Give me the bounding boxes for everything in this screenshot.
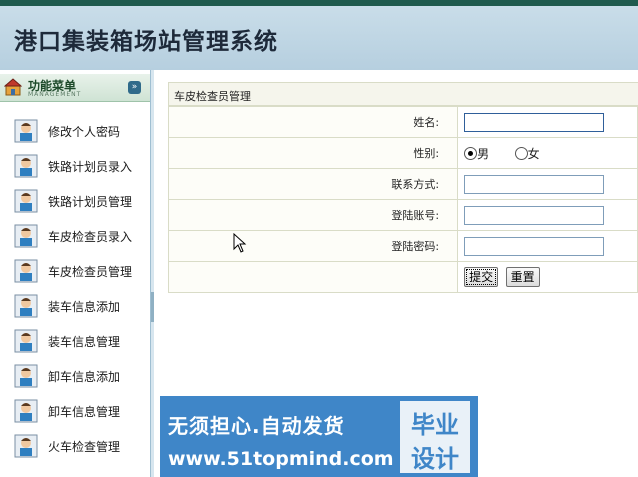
watermark-banner: 无须担心.自动发货 www.51topmind.com 毕业 设计 bbox=[160, 396, 478, 477]
sidebar-item-unloading-manage[interactable]: 卸车信息管理 bbox=[12, 397, 147, 425]
watermark-url: www.51topmind.com bbox=[168, 448, 394, 470]
panel-title: 车皮检查员管理 bbox=[168, 82, 638, 106]
gender-male-radio[interactable] bbox=[464, 146, 478, 160]
contact-label: 联系方式: bbox=[167, 168, 459, 200]
gender-female-radio[interactable] bbox=[514, 146, 528, 160]
menu-item-label: 铁路计划员管理 bbox=[48, 195, 133, 209]
sidebar-item-wagon-inspector-manage[interactable]: 车皮检查员管理 bbox=[12, 257, 147, 285]
menu-item-label: 车皮检查员录入 bbox=[48, 230, 133, 244]
menu-item-label: 车皮检查员管理 bbox=[48, 265, 133, 279]
user-icon bbox=[14, 434, 38, 458]
user-icon bbox=[14, 294, 38, 318]
menu-item-label: 修改个人密码 bbox=[48, 125, 121, 139]
sidebar-item-loading-add[interactable]: 装车信息添加 bbox=[12, 292, 147, 320]
inspector-form: 姓名: 性别: 男 女 联系方式: 登陆账号: 登陆密码: 提交 重置 bbox=[167, 106, 638, 293]
main-content: 车皮检查员管理 姓名: 性别: 男 女 联系方式: 登陆账号: 登陆密码: 提交… bbox=[167, 82, 638, 293]
splitter-grip[interactable] bbox=[151, 292, 154, 322]
sidebar-item-change-password[interactable]: 修改个人密码 bbox=[12, 117, 147, 145]
collapse-toggle-icon[interactable]: » bbox=[128, 81, 141, 94]
account-label: 登陆账号: bbox=[167, 199, 459, 231]
user-icon bbox=[14, 399, 38, 423]
watermark-line1: 无须担心.自动发货 bbox=[168, 414, 345, 438]
password-input[interactable] bbox=[464, 236, 605, 256]
form-row-contact: 联系方式: bbox=[167, 168, 638, 200]
sidebar-header: 功能菜单 MANAGEMENT » bbox=[0, 74, 150, 102]
watermark-badge: 毕业 设计 bbox=[400, 401, 470, 473]
user-icon bbox=[14, 329, 38, 353]
sidebar-item-loading-manage[interactable]: 装车信息管理 bbox=[12, 327, 147, 355]
password-label: 登陆密码: bbox=[167, 230, 459, 262]
sidebar-splitter[interactable] bbox=[151, 70, 154, 477]
app-title: 港口集装箱场站管理系统 bbox=[14, 28, 278, 55]
sidebar-heading-sub: MANAGEMENT bbox=[28, 91, 82, 98]
reset-button[interactable]: 重置 bbox=[505, 267, 540, 287]
submit-button[interactable]: 提交 bbox=[464, 267, 499, 287]
menu-item-label: 火车检查管理 bbox=[48, 440, 121, 454]
user-icon bbox=[14, 224, 38, 248]
menu-item-label: 卸车信息管理 bbox=[48, 405, 121, 419]
contact-input[interactable] bbox=[464, 174, 605, 194]
form-row-account: 登陆账号: bbox=[167, 199, 638, 231]
menu-item-label: 卸车信息添加 bbox=[48, 370, 121, 384]
sidebar: 功能菜单 MANAGEMENT » 修改个人密码 铁路计划员录入 铁路计划员管理… bbox=[0, 70, 151, 477]
account-input[interactable] bbox=[464, 205, 605, 225]
sidebar-item-train-inspection[interactable]: 火车检查管理 bbox=[12, 432, 147, 460]
sidebar-item-railway-planner-add[interactable]: 铁路计划员录入 bbox=[12, 152, 147, 180]
sidebar-item-unloading-add[interactable]: 卸车信息添加 bbox=[12, 362, 147, 390]
user-icon bbox=[14, 189, 38, 213]
watermark-badge-bottom: 设计 bbox=[411, 445, 459, 473]
form-row-actions: 提交 重置 bbox=[167, 261, 638, 293]
app-header: 港口集装箱场站管理系统 bbox=[0, 6, 638, 70]
user-icon bbox=[14, 259, 38, 283]
menu-item-label: 铁路计划员录入 bbox=[48, 160, 133, 174]
sidebar-item-wagon-inspector-add[interactable]: 车皮检查员录入 bbox=[12, 222, 147, 250]
name-label: 姓名: bbox=[167, 106, 459, 138]
home-icon bbox=[4, 78, 22, 96]
menu-item-label: 装车信息添加 bbox=[48, 300, 121, 314]
user-icon bbox=[14, 364, 38, 388]
user-icon bbox=[14, 119, 38, 143]
form-row-gender: 性别: 男 女 bbox=[167, 137, 638, 169]
mouse-cursor-icon bbox=[233, 233, 247, 253]
name-input[interactable] bbox=[464, 112, 605, 132]
gender-female-label: 女 bbox=[527, 146, 540, 161]
user-icon bbox=[14, 154, 38, 178]
menu-item-label: 装车信息管理 bbox=[48, 335, 121, 349]
watermark-badge-top: 毕业 bbox=[411, 411, 459, 439]
gender-male-label: 男 bbox=[477, 146, 490, 161]
form-row-name: 姓名: bbox=[167, 106, 638, 138]
sidebar-item-railway-planner-manage[interactable]: 铁路计划员管理 bbox=[12, 187, 147, 215]
gender-label: 性别: bbox=[167, 137, 459, 169]
